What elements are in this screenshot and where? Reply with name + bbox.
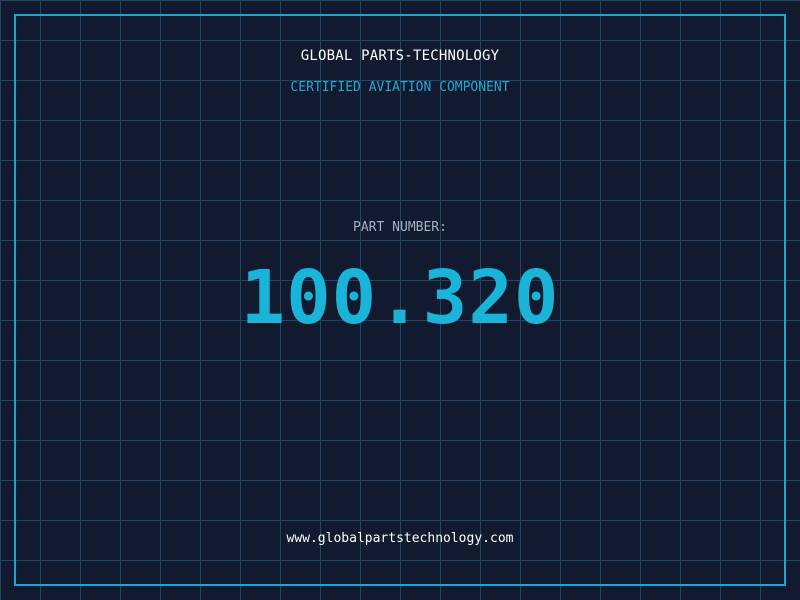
certification-subtitle: CERTIFIED AVIATION COMPONENT — [290, 80, 510, 95]
website-link[interactable]: www.globalpartstechnology.com — [0, 531, 800, 546]
part-number-value: 100.320 — [240, 255, 560, 341]
company-name: GLOBAL PARTS-TECHNOLOGY — [300, 48, 500, 64]
part-number-label: PART NUMBER: — [353, 220, 447, 235]
